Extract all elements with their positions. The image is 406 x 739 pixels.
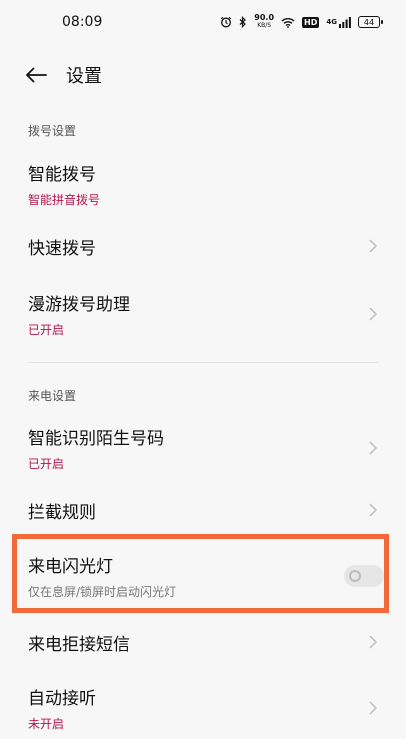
back-arrow-icon[interactable] <box>24 63 48 87</box>
toggle-knob <box>349 570 361 582</box>
status-time: 08:09 <box>62 14 103 30</box>
setting-subtitle: 智能拼音拨号 <box>28 193 101 207</box>
setting-title: 漫游拨号助理 <box>28 295 130 315</box>
alarm-icon <box>220 16 232 28</box>
setting-title: 自动接听 <box>28 689 96 709</box>
section-header-dial: 拨号设置 <box>28 124 77 138</box>
setting-title: 来电拒接短信 <box>28 634 130 655</box>
signal-icon: 4G <box>326 16 351 28</box>
setting-identify-stranger[interactable]: 智能识别陌生号码 已开启 <box>0 424 406 472</box>
setting-subtitle: 仅在息屏/锁屏时启动闪光灯 <box>28 585 177 599</box>
battery-icon: 44 <box>358 16 383 28</box>
setting-title: 拦截规则 <box>28 502 96 523</box>
battery-level: 44 <box>363 17 375 27</box>
setting-auto-answer[interactable]: 自动接听 未开启 <box>0 684 406 732</box>
setting-title: 来电闪光灯 <box>28 557 113 577</box>
setting-reject-sms[interactable]: 来电拒接短信 <box>0 626 406 658</box>
network-speed-unit: KB/S <box>257 22 272 29</box>
chevron-right-icon <box>368 502 378 518</box>
setting-subtitle: 已开启 <box>28 457 65 471</box>
header: 设置 <box>0 52 406 98</box>
section-divider <box>28 362 378 363</box>
chevron-right-icon <box>368 306 378 322</box>
setting-speed-dial[interactable]: 快速拨号 <box>0 230 406 262</box>
chevron-right-icon <box>368 700 378 716</box>
setting-roaming-assistant[interactable]: 漫游拨号助理 已开启 <box>0 290 406 338</box>
chevron-right-icon <box>368 634 378 650</box>
setting-flash-on-call[interactable]: 来电闪光灯 仅在息屏/锁屏时启动闪光灯 <box>0 552 406 600</box>
status-bar: 08:09 90.0 KB/S HD 4G 44 <box>0 0 406 44</box>
setting-title: 智能识别陌生号码 <box>28 429 164 449</box>
chevron-right-icon <box>368 440 378 456</box>
chevron-right-icon <box>368 238 378 254</box>
hd-badge: HD <box>302 16 320 28</box>
bluetooth-icon <box>239 16 247 28</box>
status-icons: 90.0 KB/S HD 4G 44 <box>220 14 383 30</box>
setting-subtitle: 未开启 <box>28 717 65 731</box>
page-title: 设置 <box>66 66 102 87</box>
wifi-icon <box>281 17 295 28</box>
section-header-incoming: 来电设置 <box>28 389 77 403</box>
network-speed: 90.0 KB/S <box>254 14 274 30</box>
flash-toggle[interactable] <box>344 565 384 587</box>
setting-title: 智能拨号 <box>28 165 96 185</box>
setting-block-rules[interactable]: 拦截规则 <box>0 494 406 526</box>
network-speed-value: 90.0 <box>254 13 275 22</box>
setting-title: 快速拨号 <box>28 238 96 259</box>
signal-label: 4G <box>326 18 337 26</box>
setting-subtitle: 已开启 <box>28 323 65 337</box>
setting-smart-dial[interactable]: 智能拨号 智能拼音拨号 <box>0 160 406 208</box>
